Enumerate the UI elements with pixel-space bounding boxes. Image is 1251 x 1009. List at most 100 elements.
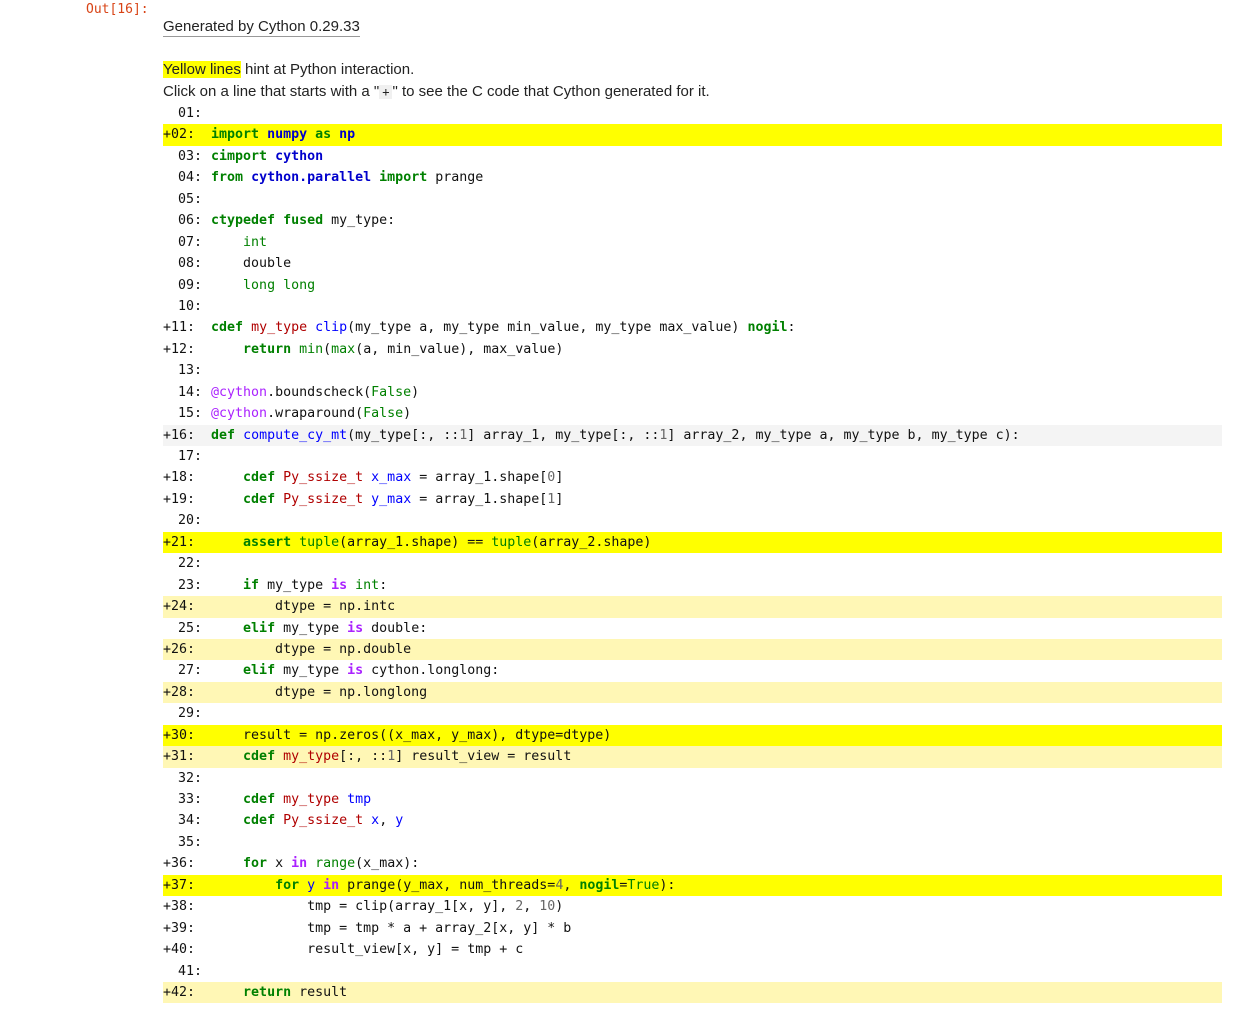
code-line[interactable]: +36: for x in range(x_max): [163, 853, 1222, 874]
line-number: 25: [178, 620, 203, 636]
code-token: cython.longlong: [363, 663, 500, 679]
code-line[interactable]: +18: cdef Py_ssize_t x_max = array_1.sha… [163, 467, 1222, 488]
code-line: 17: [163, 446, 1222, 467]
code-token: cython.parallel [251, 170, 372, 186]
code-token: return [243, 984, 292, 1000]
code-token: 1 [387, 749, 396, 765]
line-number: +24: [163, 599, 196, 615]
line-number: 07: [178, 234, 203, 250]
code-token: cdef [243, 491, 276, 507]
code-token: @cython [211, 406, 268, 422]
line-number: +21: [163, 534, 196, 550]
code-line: 41: [163, 961, 1222, 982]
code-line: 06: ctypedef fused my_type: [163, 210, 1222, 231]
line-number: 04: [178, 170, 203, 186]
line-number: 34: [178, 813, 203, 829]
line-number: 41: [178, 963, 203, 979]
code-line: 32: [163, 768, 1222, 789]
line-number: 09: [178, 277, 203, 293]
code-line: 03: cimport cython [163, 146, 1222, 167]
code-line: 08: double [163, 253, 1222, 274]
line-number: 22: [178, 556, 203, 572]
code-token: tuple [299, 534, 340, 550]
line-number: +18: [163, 470, 196, 486]
code-line[interactable]: +39: tmp = tmp * a + array_2[x, y] * b [163, 918, 1222, 939]
code-token: False [371, 384, 412, 400]
line-number: 08: [178, 256, 203, 272]
line-number: 15: [178, 406, 203, 422]
code-token: Py_ssize_t [283, 813, 364, 829]
line-number: 20: [178, 513, 203, 529]
code-token: prange [427, 170, 484, 186]
code-line: 04: from cython.parallel import prange [163, 167, 1222, 188]
code-token: max [331, 341, 356, 357]
code-line[interactable]: +11: cdef my_type clip(my_type a, my_typ… [163, 317, 1222, 338]
code-token: int [355, 577, 380, 593]
generated-by-link[interactable]: Generated by Cython 0.29.33 [163, 18, 360, 37]
code-token: cython [275, 148, 324, 164]
code-token: dtype = np.intc [211, 599, 396, 615]
code-token: int [243, 234, 268, 250]
code-line[interactable]: +31: cdef my_type[:, ::1] result_view = … [163, 746, 1222, 768]
code-token: dtype = np.longlong [211, 684, 428, 700]
code-token: : [787, 320, 796, 336]
code-token: Py_ssize_t [283, 491, 364, 507]
code-line[interactable]: +16: def compute_cy_mt(my_type[:, ::1] a… [163, 424, 1222, 446]
code-token: is [331, 577, 348, 593]
line-number: +30: [163, 727, 196, 743]
code-line[interactable]: +21: assert tuple(array_1.shape) == tupl… [163, 531, 1222, 554]
code-token: is [347, 620, 364, 636]
code-token: .boundscheck( [267, 384, 372, 400]
code-line: 33: cdef my_type tmp [163, 789, 1222, 810]
code-line[interactable]: +24: dtype = np.intc [163, 596, 1222, 618]
code-line: 15: @cython.wraparound(False) [163, 403, 1222, 424]
code-token: (my_type a, my_type min_value, my_type m… [347, 320, 748, 336]
code-line[interactable]: +42: return result [163, 981, 1222, 1004]
line-number: +36: [163, 856, 196, 872]
code-line: 10: [163, 296, 1222, 317]
code-line[interactable]: +02: import numpy as np [163, 124, 1222, 146]
line-number: +37: [163, 877, 196, 893]
code-token: ] [555, 470, 564, 486]
code-line[interactable]: +37: for y in prange(y_max, num_threads=… [163, 874, 1222, 897]
code-token: return [243, 341, 292, 357]
code-token: , [563, 877, 580, 893]
code-token: cdef [243, 470, 276, 486]
code-line[interactable]: +40: result_view[x, y] = tmp + c [163, 939, 1222, 960]
code-token: elif [243, 620, 276, 636]
code-token: numpy [267, 127, 308, 143]
code-line[interactable]: +38: tmp = clip(array_1[x, y], 2, 10) [163, 896, 1222, 917]
code-line: 07: int [163, 232, 1222, 253]
code-token: , [523, 899, 540, 915]
code-line[interactable]: +30: result = np.zeros((x_max, y_max), d… [163, 724, 1222, 747]
code-line[interactable]: +19: cdef Py_ssize_t y_max = array_1.sha… [163, 489, 1222, 510]
code-token: my_type [283, 792, 340, 807]
code-line[interactable]: +28: dtype = np.longlong [163, 681, 1222, 704]
code-token: result = np.zeros((x_max, y_max), dtype=… [211, 727, 612, 743]
line-number: 14: [178, 384, 203, 400]
code-line[interactable]: +26: dtype = np.double [163, 638, 1222, 661]
code-line[interactable]: +12: return min(max(a, min_value), max_v… [163, 339, 1222, 360]
line-number: 01: [178, 106, 203, 121]
code-token: def [211, 427, 236, 443]
